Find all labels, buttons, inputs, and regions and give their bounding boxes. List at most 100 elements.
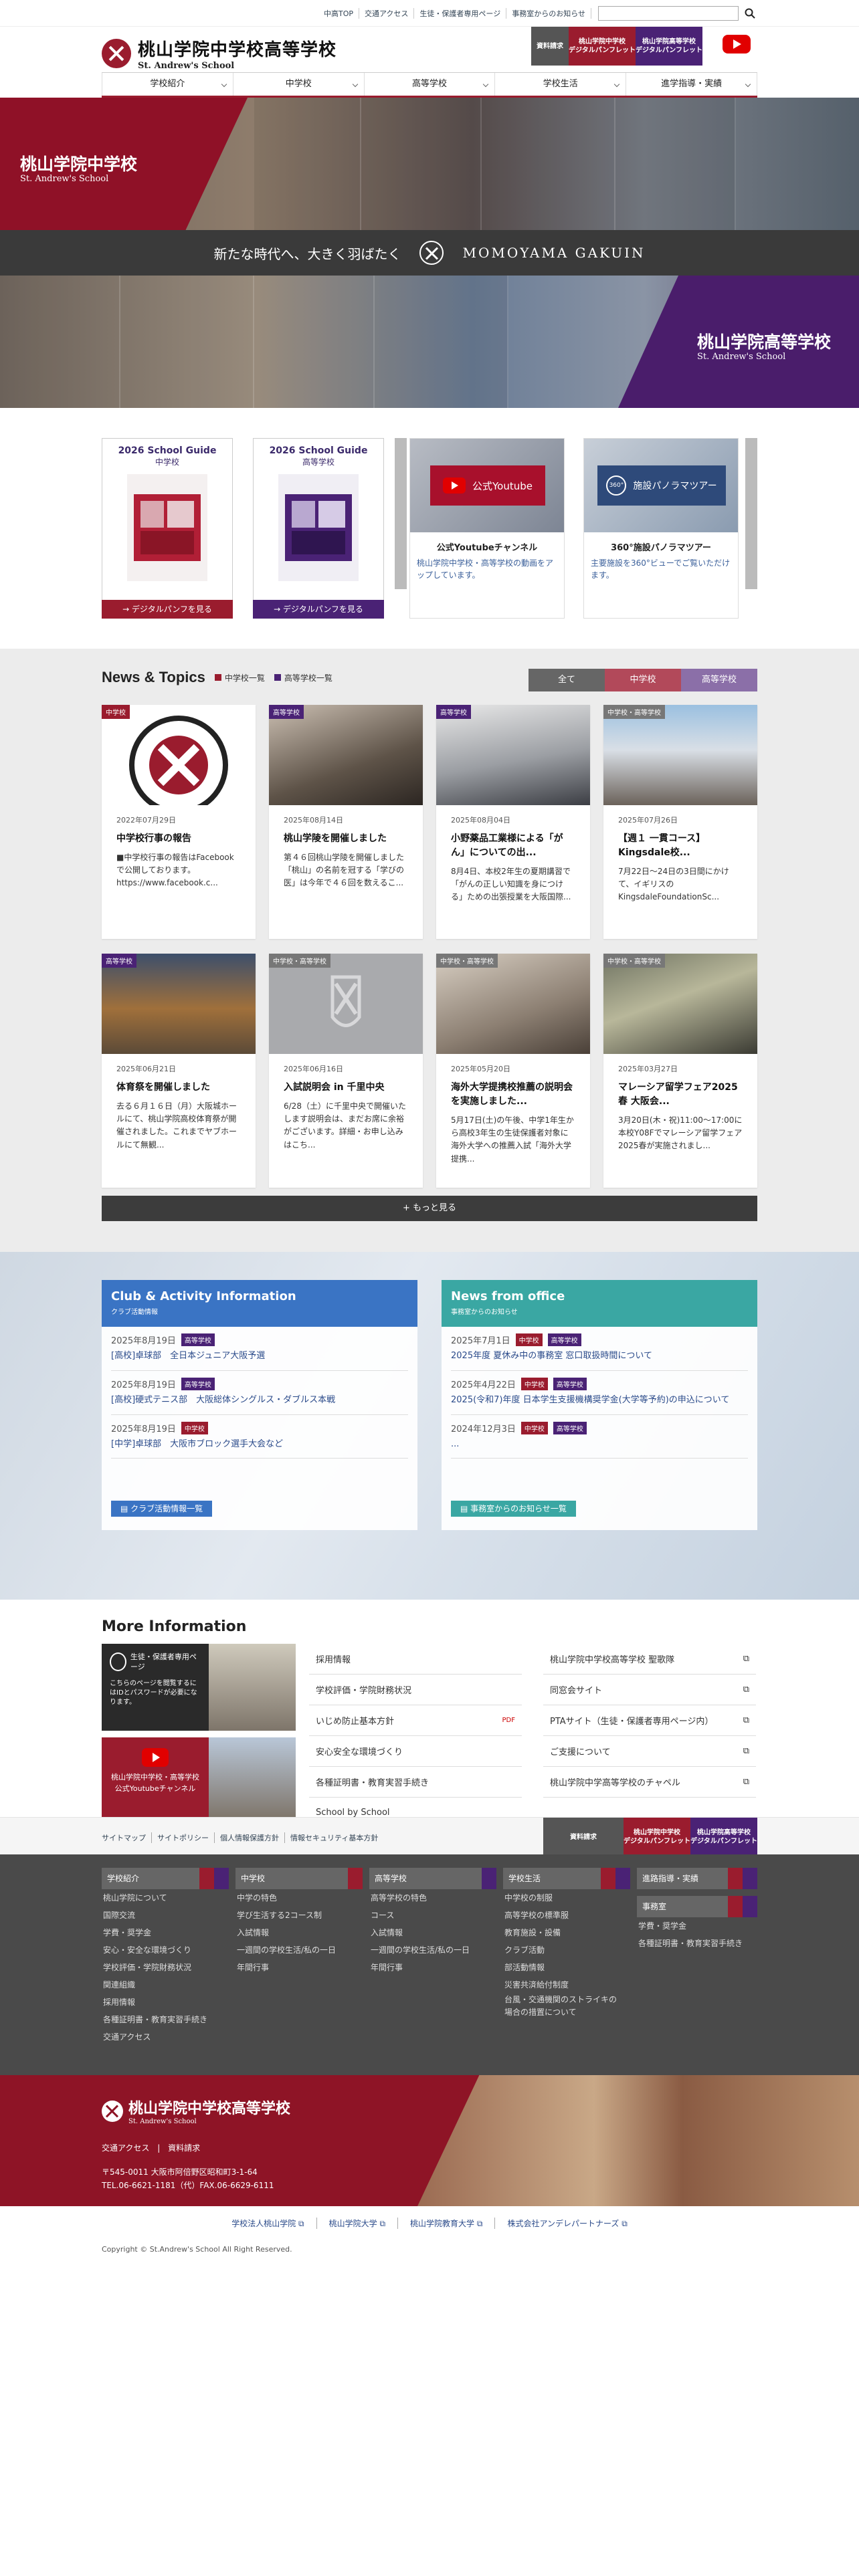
club-entry[interactable]: 2025年8月19日 高等学校 [高校]硬式テニス部 大阪総体シングルス・ダブルス… — [111, 1371, 408, 1415]
footer-link[interactable]: 桃山学院について — [102, 1889, 229, 1907]
footer-link-privacy[interactable]: 個人情報保護方針 — [215, 1832, 285, 1843]
info-link[interactable]: 桃山学院中学高等学校のチャペル ⧉ — [543, 1767, 756, 1798]
news-card[interactable]: 中学校・高等学校 2025年07月26日 【週１ 一貫コース】 Kingsdal… — [603, 705, 757, 939]
club-entry[interactable]: 2025年8月19日 中学校 [中学]卓球部 大阪市ブロック選手大会など — [111, 1415, 408, 1459]
footer-link-security[interactable]: 情報セキュリティ基本方針 — [285, 1832, 383, 1843]
nav-about[interactable]: 学校紹介 — [102, 73, 233, 96]
office-entry[interactable]: 2024年12月3日 中学校 高等学校 ... — [451, 1415, 748, 1459]
footer-link[interactable]: コース — [369, 1907, 496, 1924]
search-input[interactable] — [598, 6, 739, 21]
filter-all[interactable]: 全て — [529, 669, 605, 691]
footer-link[interactable]: 中学の特色 — [235, 1889, 363, 1907]
footer-hs-pamphlet-button[interactable]: 桃山学院高等学校 デジタルパンフレット — [690, 1818, 757, 1856]
nav-high-school[interactable]: 高等学校 — [363, 73, 495, 96]
footer-link[interactable]: 台風・交通機関のストライキの場合の措置について — [503, 1994, 630, 2019]
footer-col-head[interactable]: 学校生活 — [503, 1868, 630, 1889]
footer-access-link[interactable]: 交通アクセス — [102, 2143, 149, 2153]
filter-hs[interactable]: 高等学校 — [681, 669, 757, 691]
hero-jh-photo[interactable]: 桃山学院中学校 St. Andrew's School — [0, 98, 859, 230]
news-card[interactable]: 中学校・高等学校 2025年03月27日 マレーシア留学フェア2025春 大阪会… — [603, 954, 757, 1188]
footer-link[interactable]: 学費・奨学金 — [102, 1924, 229, 1941]
news-link-jh[interactable]: 中学校一覧 — [214, 672, 265, 683]
footer-link[interactable]: 交通アクセス — [102, 2028, 229, 2046]
search-icon[interactable] — [743, 6, 757, 21]
footer-jh-pamphlet-button[interactable]: 桃山学院中学校 デジタルパンフレット — [624, 1818, 690, 1856]
nav-school-life[interactable]: 学校生活 — [494, 73, 626, 96]
news-card[interactable]: 中学校・高等学校 2025年05月20日 海外大学提携校推薦の説明会を実施しまし… — [436, 954, 590, 1188]
footer-link-policy[interactable]: サイトポリシー — [152, 1832, 215, 1843]
footer-request-button[interactable]: 資料請求 — [543, 1818, 624, 1856]
youtube-icon[interactable] — [723, 35, 751, 53]
nav-career[interactable]: 進学指導・実績 — [626, 73, 757, 96]
jh-guide-button[interactable]: → デジタルパンフを見る — [102, 600, 233, 619]
youtube-channel-banner[interactable]: 桃山学院中学校・高等学校公式Youtubeチャンネル — [102, 1737, 296, 1824]
panorama-banner[interactable]: 360° 施設パノラマツアー 360°施設パノラマツアー 主要施設を360°ビュ… — [583, 438, 739, 619]
ext-link[interactable]: 学校法人桃山学院 ⧉ — [219, 2217, 317, 2229]
club-entry[interactable]: 2025年8月19日 高等学校 [高校]卓球部 全日本ジュニア大阪予選 — [111, 1327, 408, 1371]
footer-col-head[interactable]: 学校紹介 — [102, 1868, 229, 1889]
hs-pamphlet-button[interactable]: 桃山学院高等学校 デジタルパンフレット — [636, 27, 702, 66]
news-more-button[interactable]: + もっと見る — [102, 1196, 757, 1221]
footer-link[interactable]: 安心・安全な環境づくり — [102, 1941, 229, 1959]
footer-link[interactable]: 採用情報 — [102, 1994, 229, 2011]
request-docs-button[interactable]: 資料請求 — [531, 27, 569, 66]
footer-link[interactable]: 各種証明書・教育実習手続き — [102, 2011, 229, 2028]
footer-col-head[interactable]: 高等学校 — [369, 1868, 496, 1889]
ext-link[interactable]: 桃山学院教育大学 ⧉ — [398, 2217, 496, 2229]
nav-junior-high[interactable]: 中学校 — [232, 73, 364, 96]
hs-guide-button[interactable]: → デジタルパンフを見る — [253, 600, 384, 619]
hero-hs-photo[interactable]: 桃山学院高等学校 St. Andrew's School — [0, 276, 859, 408]
info-link[interactable]: PTAサイト（生徒・保護者専用ページ内） ⧉ — [543, 1705, 756, 1736]
news-card[interactable]: 高等学校 2025年08月04日 小野薬品工業様による「がん」についての出...… — [436, 705, 590, 939]
youtube-banner[interactable]: 公式Youtube 公式Youtubeチャンネル 桃山学院中学校・高等学校の動画… — [409, 438, 565, 619]
news-link-hs[interactable]: 高等学校一覧 — [274, 672, 332, 683]
footer-link[interactable]: 高等学校の特色 — [369, 1889, 496, 1907]
top-link-members[interactable]: 生徒・保護者専用ページ — [414, 8, 507, 19]
info-link[interactable]: いじめ防止基本方針 PDF — [309, 1705, 522, 1736]
footer-col-head[interactable]: 事務室 — [637, 1896, 757, 1917]
jh-pamphlet-button[interactable]: 桃山学院中学校 デジタルパンフレット — [569, 27, 636, 66]
footer-link[interactable]: 教育施設・設備 — [503, 1924, 630, 1941]
members-page-banner[interactable]: 生徒・保護者専用ページ こちらのページを閲覧するにはIDとパスワードが必要になり… — [102, 1644, 296, 1731]
ext-link[interactable]: 株式会社アンデレパートナーズ ⧉ — [495, 2218, 639, 2229]
top-link-office[interactable]: 事務室からのお知らせ — [506, 8, 591, 19]
club-list-button[interactable]: ▤ クラブ活動情報一覧 — [111, 1501, 213, 1517]
footer-link[interactable]: 一週間の学校生活/私の一日 — [235, 1941, 363, 1959]
footer-link[interactable]: 学び生活する2コース制 — [235, 1907, 363, 1924]
footer-logo[interactable]: 桃山学院中学校高等学校 St. Andrew's School — [102, 2097, 290, 2125]
footer-link[interactable]: 入試情報 — [369, 1924, 496, 1941]
top-link-home[interactable]: 中高TOP — [318, 8, 359, 19]
footer-request-link[interactable]: 資料請求 — [168, 2143, 200, 2153]
carousel-prev-arrow[interactable] — [395, 438, 407, 589]
info-link[interactable]: ご支援について ⧉ — [543, 1736, 756, 1767]
info-link[interactable]: 各種証明書・教育実習手続き — [309, 1767, 522, 1798]
footer-link[interactable]: 年間行事 — [235, 1959, 363, 1976]
info-link[interactable]: 安心安全な環境づくり — [309, 1736, 522, 1767]
office-entry[interactable]: 2025年7月1日 中学校 高等学校 2025年度 夏休み中の事務室 窓口取扱時間に… — [451, 1327, 748, 1371]
footer-link[interactable]: 入試情報 — [235, 1924, 363, 1941]
info-link[interactable]: 同窓会サイト ⧉ — [543, 1675, 756, 1705]
footer-link[interactable]: 年間行事 — [369, 1959, 496, 1976]
footer-col-head[interactable]: 進路指導・実績 — [637, 1868, 757, 1889]
footer-link[interactable]: 国際交流 — [102, 1907, 229, 1924]
footer-link[interactable]: 学費・奨学金 — [637, 1917, 757, 1935]
footer-link[interactable]: 一週間の学校生活/私の一日 — [369, 1941, 496, 1959]
footer-link[interactable]: 中学校の制服 — [503, 1889, 630, 1907]
news-card[interactable]: 中学校 2022年07月29日 中学校行事の報告 ■中学校行事の報告はFaceb… — [102, 705, 256, 939]
footer-link[interactable]: 各種証明書・教育実習手続き — [637, 1935, 757, 1952]
news-card[interactable]: 高等学校 2025年08月14日 桃山学陵を開催しました 第４６回桃山学陵を開催… — [269, 705, 423, 939]
footer-link[interactable]: 災害共済給付制度 — [503, 1976, 630, 1994]
office-list-button[interactable]: ▤ 事務室からのお知らせ一覧 — [451, 1501, 576, 1517]
carousel-next-arrow[interactable] — [745, 438, 757, 589]
office-entry[interactable]: 2025年4月22日 中学校 高等学校 2025(令和7)年度 日本学生支援機構奨学… — [451, 1371, 748, 1415]
footer-link[interactable]: 学校評価・学院財務状況 — [102, 1959, 229, 1976]
top-link-access[interactable]: 交通アクセス — [359, 8, 415, 19]
info-link[interactable]: 学校評価・学院財務状況 — [309, 1675, 522, 1705]
footer-link[interactable]: 部活動情報 — [503, 1959, 630, 1976]
filter-jh[interactable]: 中学校 — [605, 669, 681, 691]
footer-link[interactable]: 高等学校の標準服 — [503, 1907, 630, 1924]
news-card[interactable]: 中学校・高等学校 2025年06月16日 入試説明会 in 千里中央 6/28（… — [269, 954, 423, 1188]
footer-link-sitemap[interactable]: サイトマップ — [102, 1832, 152, 1843]
site-logo[interactable]: 桃山学院中学校高等学校 St. Andrew's School — [102, 36, 337, 71]
info-link[interactable]: 採用情報 — [309, 1644, 522, 1675]
